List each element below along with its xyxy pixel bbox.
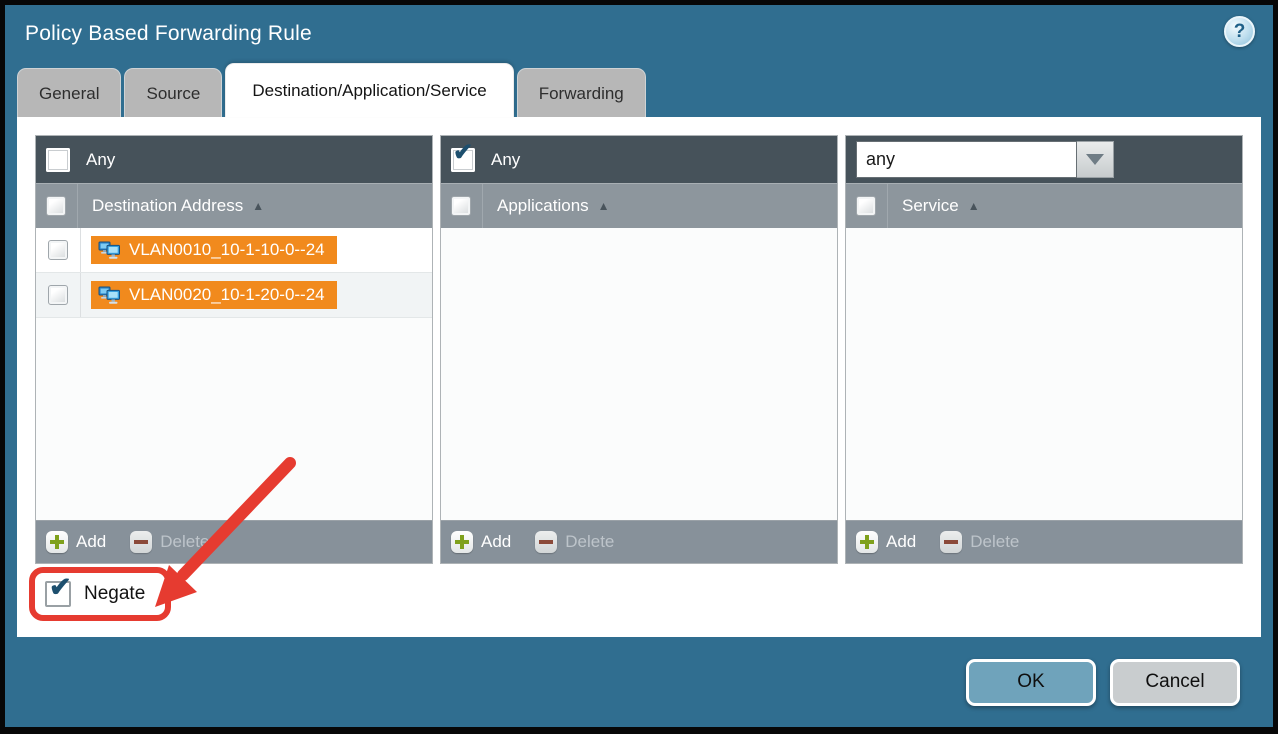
address-row-2-checkbox[interactable]: ✔ [48, 285, 68, 305]
address-object-chip-1[interactable]: VLAN0010_10-1-10-0--24 [91, 236, 337, 264]
panels-container: ✔ Any Destination Address ▲ ✔ [35, 135, 1243, 564]
applications-any-bar: ✔ Any [441, 136, 837, 183]
service-dropdown[interactable]: any [856, 141, 1114, 178]
destination-any-label: Any [86, 150, 115, 170]
check-icon: ✔ [453, 141, 473, 165]
add-plus-icon [451, 531, 473, 553]
row-checkbox-cell: ✔ [36, 273, 81, 317]
negate-highlight-box: ✔ Negate [29, 567, 171, 621]
applications-delete-button: Delete [535, 531, 614, 553]
ok-button[interactable]: OK [966, 659, 1096, 706]
applications-panel: ✔ Any Applications ▲ Add [440, 135, 838, 564]
dialog-title: Policy Based Forwarding Rule [25, 22, 312, 46]
service-column-header: Service ▲ [846, 183, 1242, 228]
service-add-button[interactable]: Add [856, 531, 916, 553]
tab-bar: General Source Destination/Application/S… [5, 63, 1273, 117]
address-object-chip-2[interactable]: VLAN0020_10-1-20-0--24 [91, 281, 337, 309]
sort-ascending-icon: ▲ [252, 199, 264, 213]
tab-source[interactable]: Source [124, 68, 222, 117]
negate-row: ✔ Negate [35, 567, 1243, 631]
service-dropdown-bar: any [846, 136, 1242, 183]
applications-list [441, 228, 837, 520]
address-row-1-label: VLAN0010_10-1-10-0--24 [129, 240, 325, 260]
delete-minus-icon [130, 531, 152, 553]
applications-add-button[interactable]: Add [451, 531, 511, 553]
negate-checkbox[interactable]: ✔ [45, 581, 71, 607]
delete-minus-icon [535, 531, 557, 553]
destination-address-list: ✔ [36, 228, 432, 520]
chevron-down-icon[interactable] [1077, 141, 1114, 178]
check-icon: ✔ [49, 574, 72, 601]
destination-select-all-checkbox[interactable] [46, 196, 66, 216]
applications-any-checkbox[interactable]: ✔ [451, 148, 475, 172]
address-object-icon [98, 286, 121, 305]
service-panel: any Service ▲ Add [845, 135, 1243, 564]
help-icon[interactable]: ? [1224, 16, 1255, 47]
sort-ascending-icon: ▲ [598, 199, 610, 213]
destination-any-bar: ✔ Any [36, 136, 432, 183]
address-row-1[interactable]: ✔ [36, 228, 432, 273]
header-divider [887, 184, 888, 228]
service-delete-button: Delete [940, 531, 1019, 553]
titlebar: Policy Based Forwarding Rule ? [5, 5, 1273, 63]
applications-any-label: Any [491, 150, 520, 170]
help-glyph: ? [1234, 21, 1246, 43]
add-plus-icon [856, 531, 878, 553]
destination-delete-button: Delete [130, 531, 209, 553]
destination-address-panel: ✔ Any Destination Address ▲ ✔ [35, 135, 433, 564]
add-plus-icon [46, 531, 68, 553]
header-divider [482, 184, 483, 228]
tab-destination-application-service[interactable]: Destination/Application/Service [225, 63, 513, 117]
tab-general[interactable]: General [17, 68, 121, 117]
row-checkbox-cell: ✔ [36, 228, 81, 272]
service-dropdown-value[interactable]: any [856, 141, 1077, 178]
sort-ascending-icon: ▲ [968, 199, 980, 213]
destination-column-label[interactable]: Destination Address [92, 196, 243, 216]
delete-minus-icon [940, 531, 962, 553]
service-footer: Add Delete [846, 520, 1242, 563]
tab-content: ✔ Any Destination Address ▲ ✔ [17, 117, 1261, 637]
destination-footer: Add Delete [36, 520, 432, 563]
service-select-all-checkbox[interactable] [856, 196, 876, 216]
policy-based-forwarding-dialog: Policy Based Forwarding Rule ? General S… [0, 0, 1278, 734]
applications-select-all-checkbox[interactable] [451, 196, 471, 216]
destination-any-checkbox[interactable]: ✔ [46, 148, 70, 172]
tab-forwarding[interactable]: Forwarding [517, 68, 646, 117]
applications-footer: Add Delete [441, 520, 837, 563]
header-divider [77, 184, 78, 228]
address-row-2[interactable]: ✔ [36, 273, 432, 318]
address-row-2-label: VLAN0020_10-1-20-0--24 [129, 285, 325, 305]
service-column-label[interactable]: Service [902, 196, 959, 216]
destination-add-button[interactable]: Add [46, 531, 106, 553]
negate-label: Negate [84, 583, 145, 605]
dialog-footer: OK Cancel [5, 637, 1273, 727]
address-row-1-checkbox[interactable]: ✔ [48, 240, 68, 260]
service-list [846, 228, 1242, 520]
applications-column-header: Applications ▲ [441, 183, 837, 228]
applications-column-label[interactable]: Applications [497, 196, 589, 216]
cancel-button[interactable]: Cancel [1110, 659, 1240, 706]
address-object-icon [98, 241, 121, 260]
destination-column-header: Destination Address ▲ [36, 183, 432, 228]
